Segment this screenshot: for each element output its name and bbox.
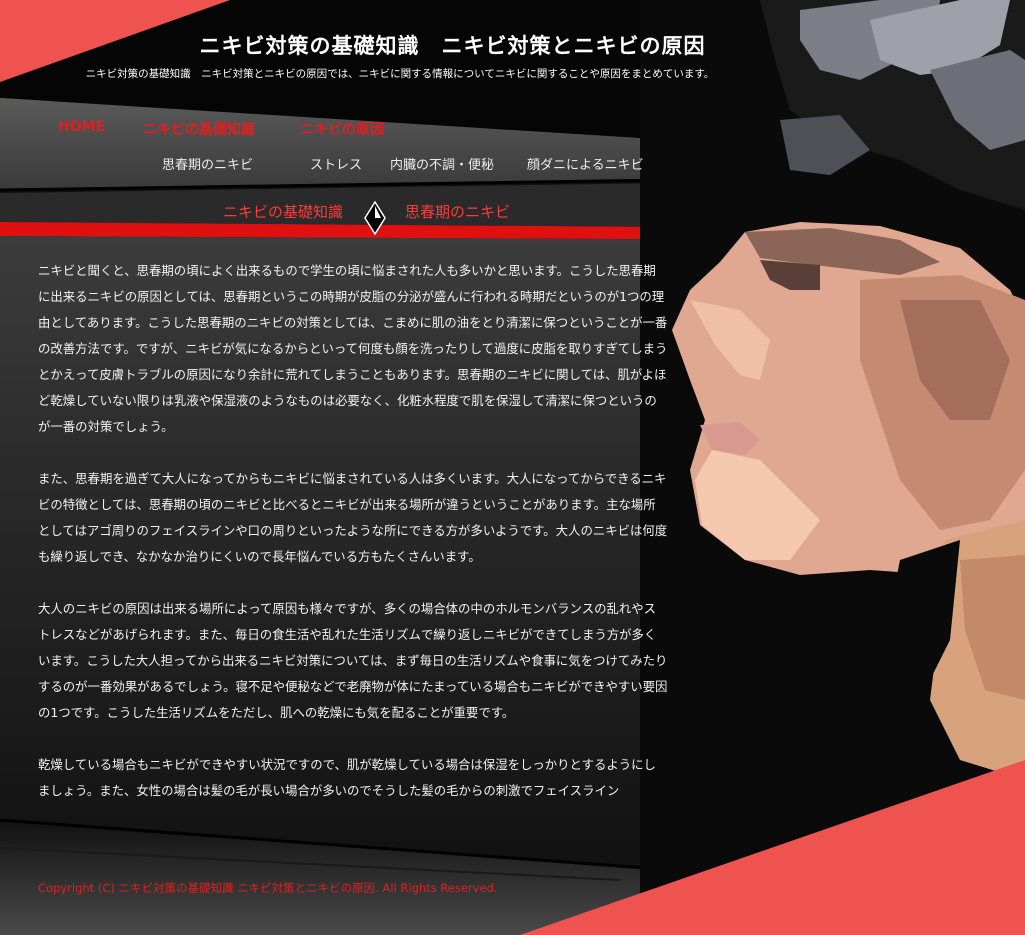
breadcrumb-separator-icon [364, 201, 386, 235]
article-paragraph: また、思春期を過ぎて大人になってからもニキビに悩まされている人は多くいます。大人… [38, 471, 668, 564]
site-title[interactable]: ニキビ対策の基礎知識 ニキビ対策とニキビの原因 [0, 30, 905, 60]
subnav-puberty-acne[interactable]: 思春期のニキビ [162, 154, 253, 173]
footer-copyright: Copyright (C) ニキビ対策の基礎知識 ニキビ対策とニキビの原因. A… [38, 881, 498, 895]
subnav-face-mites[interactable]: 顔ダニによるニキビ [527, 154, 644, 173]
breadcrumb-current: 思春期のニキビ [405, 203, 511, 221]
nav-acne-causes[interactable]: ニキビの原因 [300, 119, 384, 139]
subnav-internal-organs[interactable]: 内臓の不調・便秘 [390, 154, 494, 173]
article-paragraph: ニキビと聞くと、思春期の頃によく出来るもので学生の頃に悩まされた人も多いかと思い… [38, 263, 668, 434]
article-paragraph: 大人のニキビの原因は出来る場所によって原因も様々ですが、多くの場合体の中のホルモ… [38, 601, 668, 720]
site-tagline: ニキビ対策の基礎知識 ニキビ対策とニキビの原因では、ニキビに関する情報についてニ… [85, 68, 715, 80]
article-paragraph: 乾燥している場合もニキビができやすい状況ですので、肌が乾燥している場合は保湿をし… [38, 757, 656, 798]
page: ニキビ対策の基礎知識 ニキビ対策とニキビの原因 ニキビ対策の基礎知識 ニキビ対策… [0, 0, 1025, 935]
nav-home[interactable]: HOME [58, 119, 105, 135]
subnav-stress[interactable]: ストレス [310, 154, 362, 173]
article-body: ニキビと聞くと、思春期の頃によく出来るもので学生の頃に悩まされた人も多いかと思い… [38, 258, 668, 826]
breadcrumb-parent[interactable]: ニキビの基礎知識 [223, 201, 343, 222]
nav-acne-basics[interactable]: ニキビの基礎知識 [143, 119, 255, 139]
